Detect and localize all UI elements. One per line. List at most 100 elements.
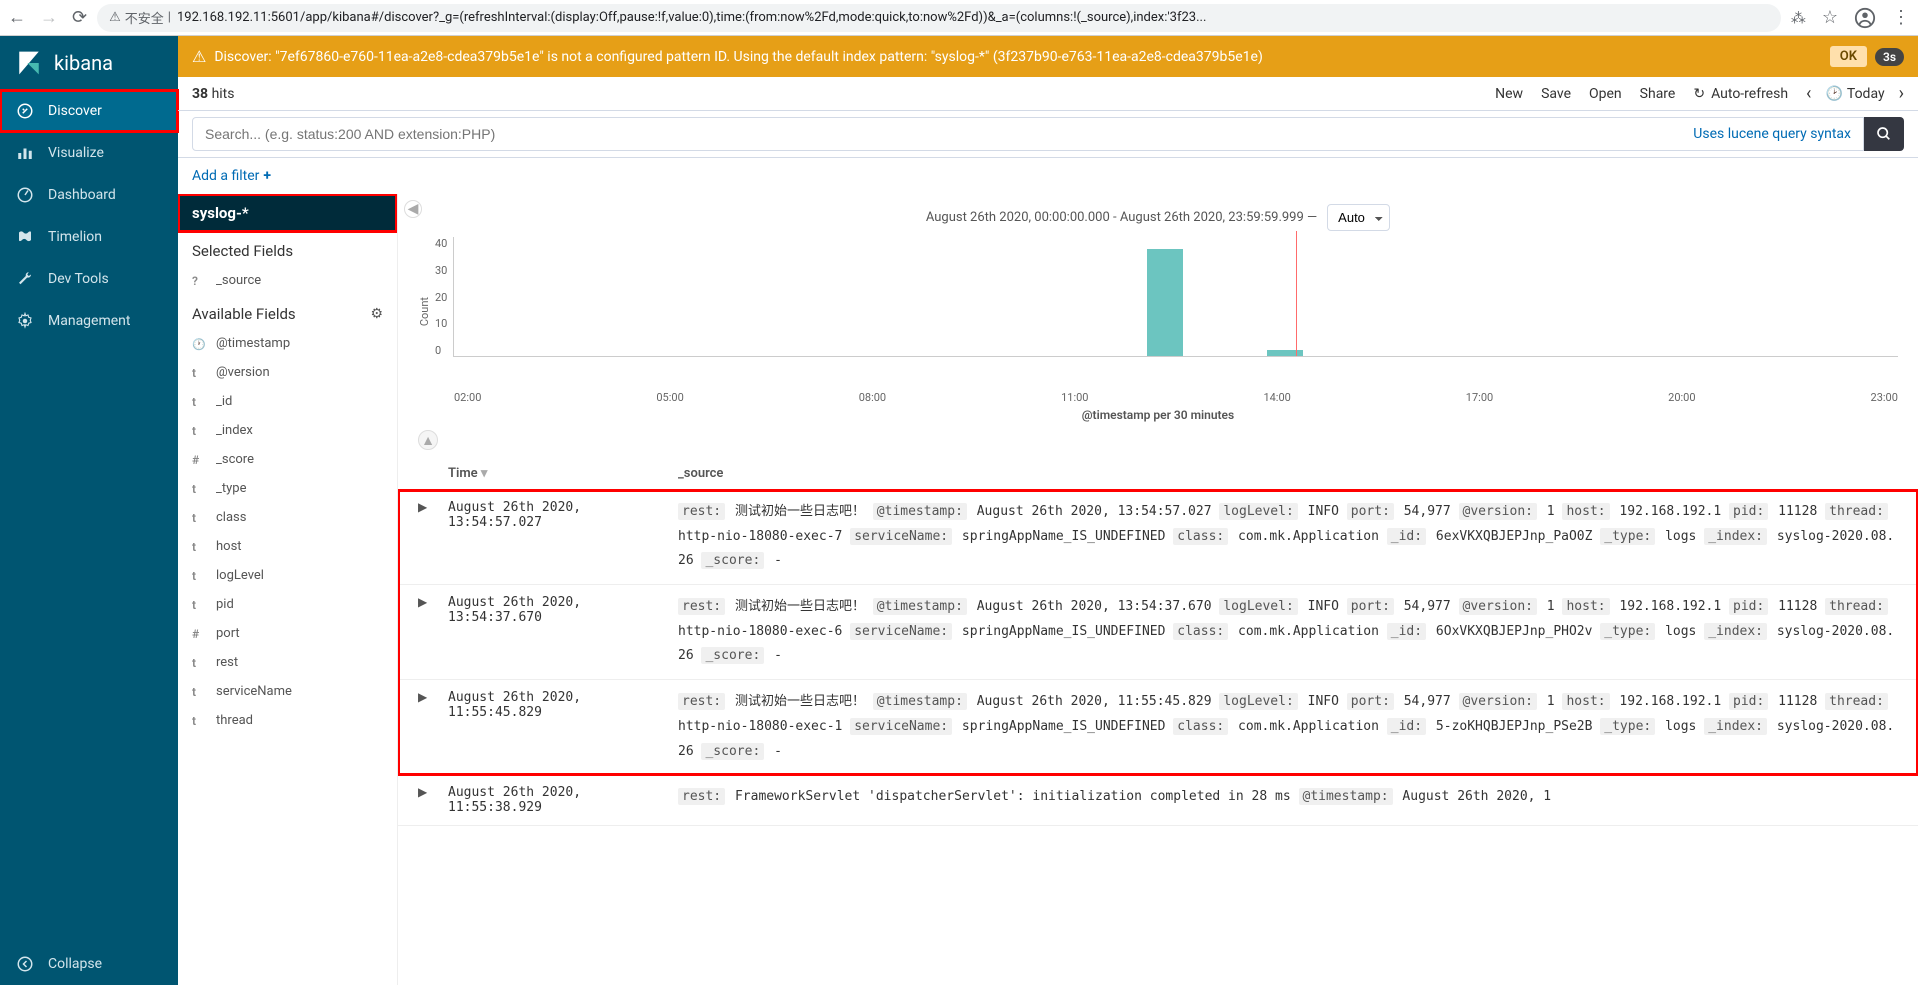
collapse-icon <box>16 955 34 973</box>
column-source[interactable]: _source <box>678 466 1898 481</box>
table-row: ▶ August 26th 2020, 13:54:57.027 rest: 测… <box>398 490 1918 585</box>
sidebar-item-timelion[interactable]: Timelion <box>0 216 178 258</box>
sidebar-label: Discover <box>48 103 102 119</box>
index-pattern-selector[interactable]: syslog-* <box>178 194 397 232</box>
available-fields-title: Available Fields ⚙ <box>178 295 397 329</box>
search-input[interactable] <box>205 126 1693 142</box>
brand-text: kibana <box>54 51 113 75</box>
sort-icon: ▾ <box>481 466 488 481</box>
back-button[interactable]: ← <box>8 7 26 28</box>
profile-icon[interactable] <box>1854 7 1876 29</box>
field-type-icon: t <box>192 540 206 554</box>
interval-select[interactable]: Auto <box>1327 204 1390 231</box>
new-link[interactable]: New <box>1495 86 1523 102</box>
field-item[interactable]: #port <box>178 619 397 648</box>
expand-row-icon[interactable]: ▶ <box>418 690 448 704</box>
histogram-plot[interactable] <box>453 237 1898 357</box>
sidebar-item-visualize[interactable]: Visualize <box>0 132 178 174</box>
field-type-icon: t <box>192 366 206 380</box>
sidebar-item-management[interactable]: Management <box>0 300 178 342</box>
fields-settings-icon[interactable]: ⚙ <box>370 306 383 322</box>
time-next-button[interactable]: › <box>1899 83 1904 104</box>
reload-button[interactable]: ⟳ <box>72 7 87 28</box>
dashboard-icon <box>16 186 34 204</box>
share-link[interactable]: Share <box>1640 86 1676 102</box>
autorefresh-link[interactable]: ↻Auto-refresh <box>1693 86 1788 102</box>
sidebar-item-devtools[interactable]: Dev Tools <box>0 258 178 300</box>
field-item[interactable]: thost <box>178 532 397 561</box>
field-item[interactable]: #_score <box>178 445 397 474</box>
doc-table: Time ▾ _source ▶ August 26th 2020, 13:54… <box>398 458 1918 826</box>
row-time: August 26th 2020, 11:55:45.829 <box>448 690 678 720</box>
histogram-bar[interactable] <box>1147 249 1183 356</box>
warning-icon: ⚠ <box>109 10 121 25</box>
compass-icon <box>16 102 34 120</box>
field-item[interactable]: @timestamp <box>178 329 397 358</box>
time-picker[interactable]: 🕑Today <box>1825 86 1884 102</box>
histogram-area: August 26th 2020, 00:00:00.000 - August … <box>398 194 1918 422</box>
expand-row-icon[interactable]: ▶ <box>418 785 448 799</box>
field-item[interactable]: ?_source <box>178 266 397 295</box>
sidebar-collapse[interactable]: Collapse <box>0 943 178 985</box>
menu-icon[interactable]: ⋮ <box>1892 7 1910 28</box>
expand-row-icon[interactable]: ▶ <box>418 500 448 514</box>
row-time: August 26th 2020, 13:54:37.670 <box>448 595 678 625</box>
field-type-icon: t <box>192 656 206 670</box>
plus-icon: + <box>263 168 271 184</box>
field-item[interactable]: t@version <box>178 358 397 387</box>
bookmark-icon[interactable]: ☆ <box>1822 7 1838 28</box>
timelion-icon <box>16 228 34 246</box>
scroll-top-button[interactable]: ▲ <box>418 430 438 450</box>
field-name: pid <box>216 597 234 612</box>
refresh-icon: ↻ <box>1693 86 1705 102</box>
field-item[interactable]: t_type <box>178 474 397 503</box>
field-name: class <box>216 510 246 525</box>
field-item[interactable]: tthread <box>178 706 397 735</box>
topbar: 38 hits New Save Open Share ↻Auto-refres… <box>178 77 1918 111</box>
forward-button[interactable]: → <box>40 7 58 28</box>
search-button[interactable] <box>1864 117 1904 151</box>
save-link[interactable]: Save <box>1541 86 1571 102</box>
column-time[interactable]: Time ▾ <box>448 466 678 481</box>
banner-ok-button[interactable]: OK <box>1830 46 1867 67</box>
fields-panel: syslog-* Selected Fields ?_source Availa… <box>178 194 398 985</box>
field-item[interactable]: t_id <box>178 387 397 416</box>
field-item[interactable]: trest <box>178 648 397 677</box>
field-name: host <box>216 539 242 554</box>
clock-icon: 🕑 <box>1825 86 1842 102</box>
sidebar-item-discover[interactable]: Discover <box>0 90 178 132</box>
address-bar[interactable]: ⚠ 不安全 | 192.168.192.11:5601/app/kibana#/… <box>97 4 1781 32</box>
field-type-icon: t <box>192 714 206 728</box>
table-row: ▶ August 26th 2020, 11:55:38.929 rest: F… <box>398 775 1918 826</box>
row-source: rest: 测试初始一些日志吧！ @timestamp: August 26th… <box>678 595 1898 669</box>
search-box[interactable]: Uses lucene query syntax <box>192 117 1864 151</box>
row-time: August 26th 2020, 13:54:57.027 <box>448 500 678 530</box>
search-bar: Uses lucene query syntax <box>178 111 1918 158</box>
add-filter-button[interactable]: Add a filter + <box>192 168 1904 184</box>
histogram-xticks: 02:0005:0008:0011:0014:0017:0020:0023:00 <box>418 387 1898 404</box>
collapse-fields-icon[interactable]: ◀ <box>404 200 422 218</box>
insecure-label: 不安全 <box>125 8 164 27</box>
field-item[interactable]: t_index <box>178 416 397 445</box>
row-source: rest: FrameworkServlet 'dispatcherServle… <box>678 785 1898 810</box>
expand-row-icon[interactable]: ▶ <box>418 595 448 609</box>
histogram-bar[interactable] <box>1267 350 1303 356</box>
open-link[interactable]: Open <box>1589 86 1622 102</box>
field-type-icon: t <box>192 569 206 583</box>
field-name: logLevel <box>216 568 264 583</box>
translate-icon[interactable]: ⁂ <box>1791 9 1806 27</box>
sidebar-label: Dashboard <box>48 187 116 203</box>
time-prev-button[interactable]: ‹ <box>1806 83 1811 104</box>
field-item[interactable]: tclass <box>178 503 397 532</box>
lucene-syntax-link[interactable]: Uses lucene query syntax <box>1693 126 1851 142</box>
sidebar-item-dashboard[interactable]: Dashboard <box>0 174 178 216</box>
field-item[interactable]: t logLevel <box>178 561 397 590</box>
field-item[interactable]: tpid <box>178 590 397 619</box>
field-name: serviceName <box>216 684 292 699</box>
kibana-logo[interactable]: kibana <box>0 36 178 90</box>
sidebar-label: Management <box>48 313 130 329</box>
warning-banner: ⚠ Discover: "7ef67860-e760-11ea-a2e8-cde… <box>178 36 1918 77</box>
field-item[interactable]: tserviceName <box>178 677 397 706</box>
row-source: rest: 测试初始一些日志吧！ @timestamp: August 26th… <box>678 500 1898 574</box>
field-name: _type <box>216 481 246 496</box>
